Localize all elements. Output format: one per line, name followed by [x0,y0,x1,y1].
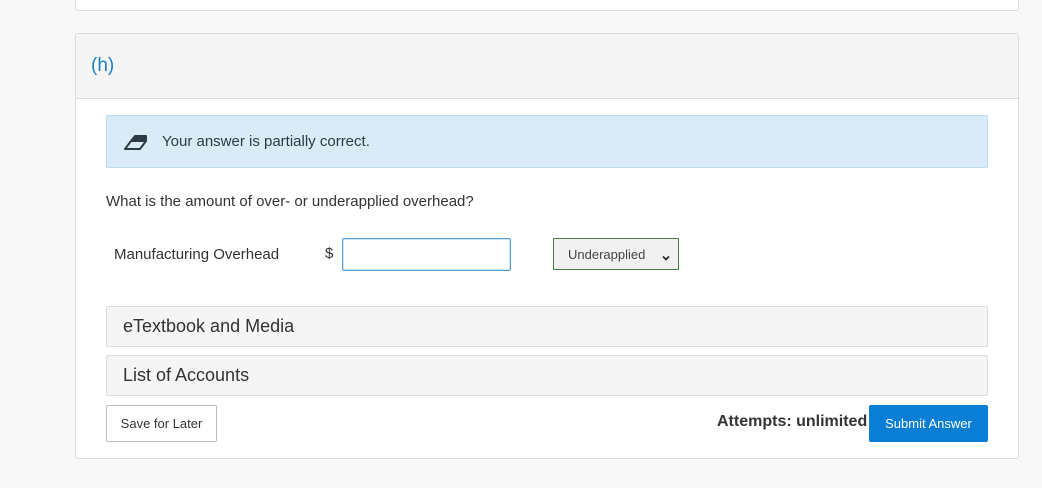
select-value: Underapplied [568,246,646,262]
question-part-card: (h) Your answer is partially correct. Wh… [75,33,1019,459]
section-label: eTextbook and Media [123,316,295,336]
part-header: (h) [76,34,1018,99]
amount-input[interactable] [342,238,511,271]
feedback-alert: Your answer is partially correct. [106,115,988,168]
part-label: (h) [91,55,115,76]
list-of-accounts-section[interactable]: List of Accounts [106,355,988,396]
save-for-later-button[interactable]: Save for Later [106,405,217,442]
question-text: What is the amount of over- or underappl… [106,193,474,210]
currency-symbol: $ [325,245,334,262]
manufacturing-overhead-label: Manufacturing Overhead [114,246,280,263]
eraser-icon [122,132,148,152]
chevron-down-icon [662,250,670,261]
previous-question-card [75,0,1019,11]
submit-answer-button[interactable]: Submit Answer [869,405,988,442]
etextbook-media-section[interactable]: eTextbook and Media [106,306,988,347]
section-label: List of Accounts [123,365,250,385]
over-under-select[interactable]: Underapplied [553,238,679,270]
attempts-text: Attempts: unlimited [717,413,868,430]
feedback-message: Your answer is partially correct. [162,133,370,150]
